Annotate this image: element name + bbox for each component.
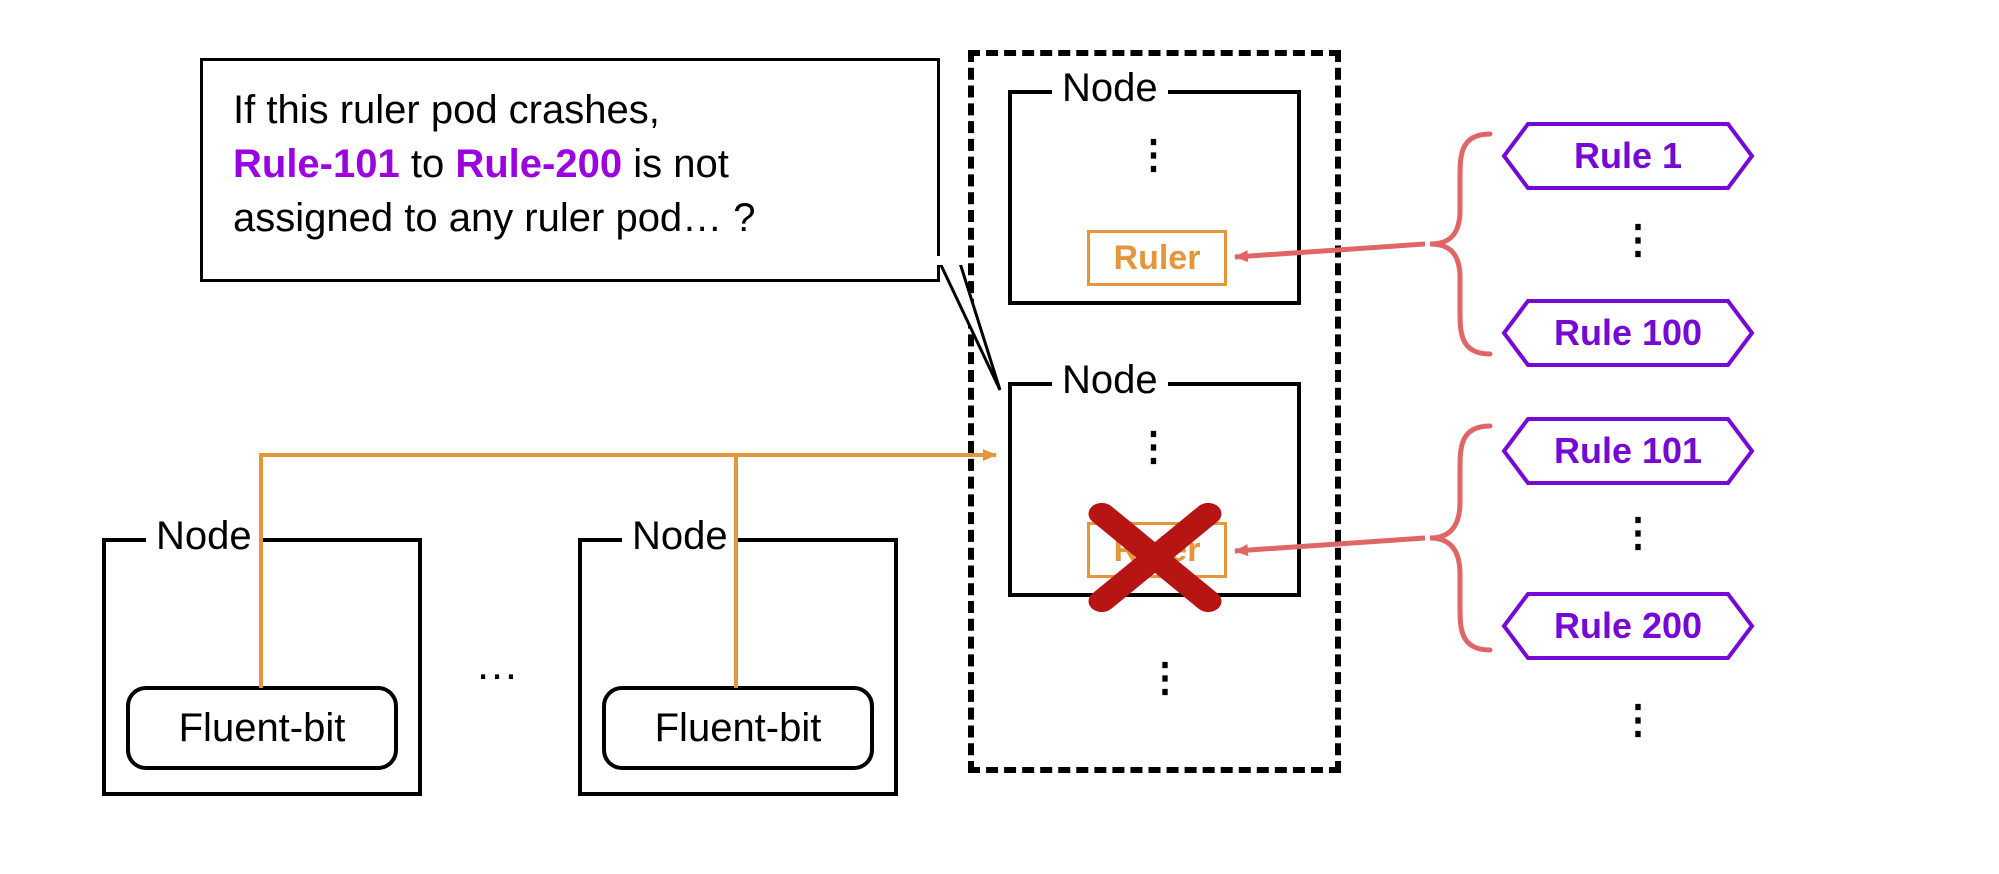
node-label: Node (622, 514, 738, 559)
rule-hex-101: Rule 101 (1500, 415, 1756, 487)
fluent-bit-label: Fluent-bit (655, 706, 822, 751)
rule-hex-200: Rule 200 (1500, 590, 1756, 662)
rule-label: Rule 100 (1500, 297, 1756, 369)
callout-mid: to (400, 142, 456, 186)
callout-line1: If this ruler pod crashes, (233, 88, 660, 132)
fluent-bit-pod: Fluent-bit (126, 686, 398, 770)
rule-hex-1: Rule 1 (1500, 120, 1756, 192)
callout-line2-tail: is not (622, 142, 729, 186)
vdots-icon: ⋮ (1145, 668, 1187, 688)
node-fluent-left: Node Fluent-bit (102, 538, 422, 796)
rule-hex-100: Rule 100 (1500, 297, 1756, 369)
node-fluent-right: Node Fluent-bit (578, 538, 898, 796)
fluent-bit-pod: Fluent-bit (602, 686, 874, 770)
ruler-pod-top: Ruler (1087, 230, 1227, 286)
vdots-icon: ⋮ (1618, 230, 1660, 250)
vdots-icon: ⋮ (1134, 437, 1176, 457)
rule-label: Rule 1 (1500, 120, 1756, 192)
vdots-icon: ⋮ (1134, 145, 1176, 165)
hdots-icon: … (475, 640, 519, 690)
node-ruler-top: Node ⋮ Ruler (1008, 90, 1301, 305)
vdots-icon: ⋮ (1618, 523, 1660, 543)
fluent-bit-label: Fluent-bit (179, 706, 346, 751)
vdots-icon: ⋮ (1618, 710, 1660, 730)
callout-rule-start: Rule-101 (233, 142, 400, 186)
callout-box: If this ruler pod crashes, Rule-101 to R… (200, 58, 940, 282)
ruler-pod-label: Ruler (1114, 239, 1201, 278)
brace-top (1430, 134, 1490, 354)
node-label: Node (146, 514, 262, 559)
callout-rule-end: Rule-200 (455, 142, 622, 186)
callout-line3: assigned to any ruler pod… ? (233, 196, 756, 240)
diagram-canvas: If this ruler pod crashes, Rule-101 to R… (0, 0, 1999, 874)
brace-bottom (1430, 426, 1490, 650)
rule-label: Rule 101 (1500, 415, 1756, 487)
node-label: Node (1052, 358, 1168, 403)
node-label: Node (1052, 66, 1168, 111)
rule-label: Rule 200 (1500, 590, 1756, 662)
